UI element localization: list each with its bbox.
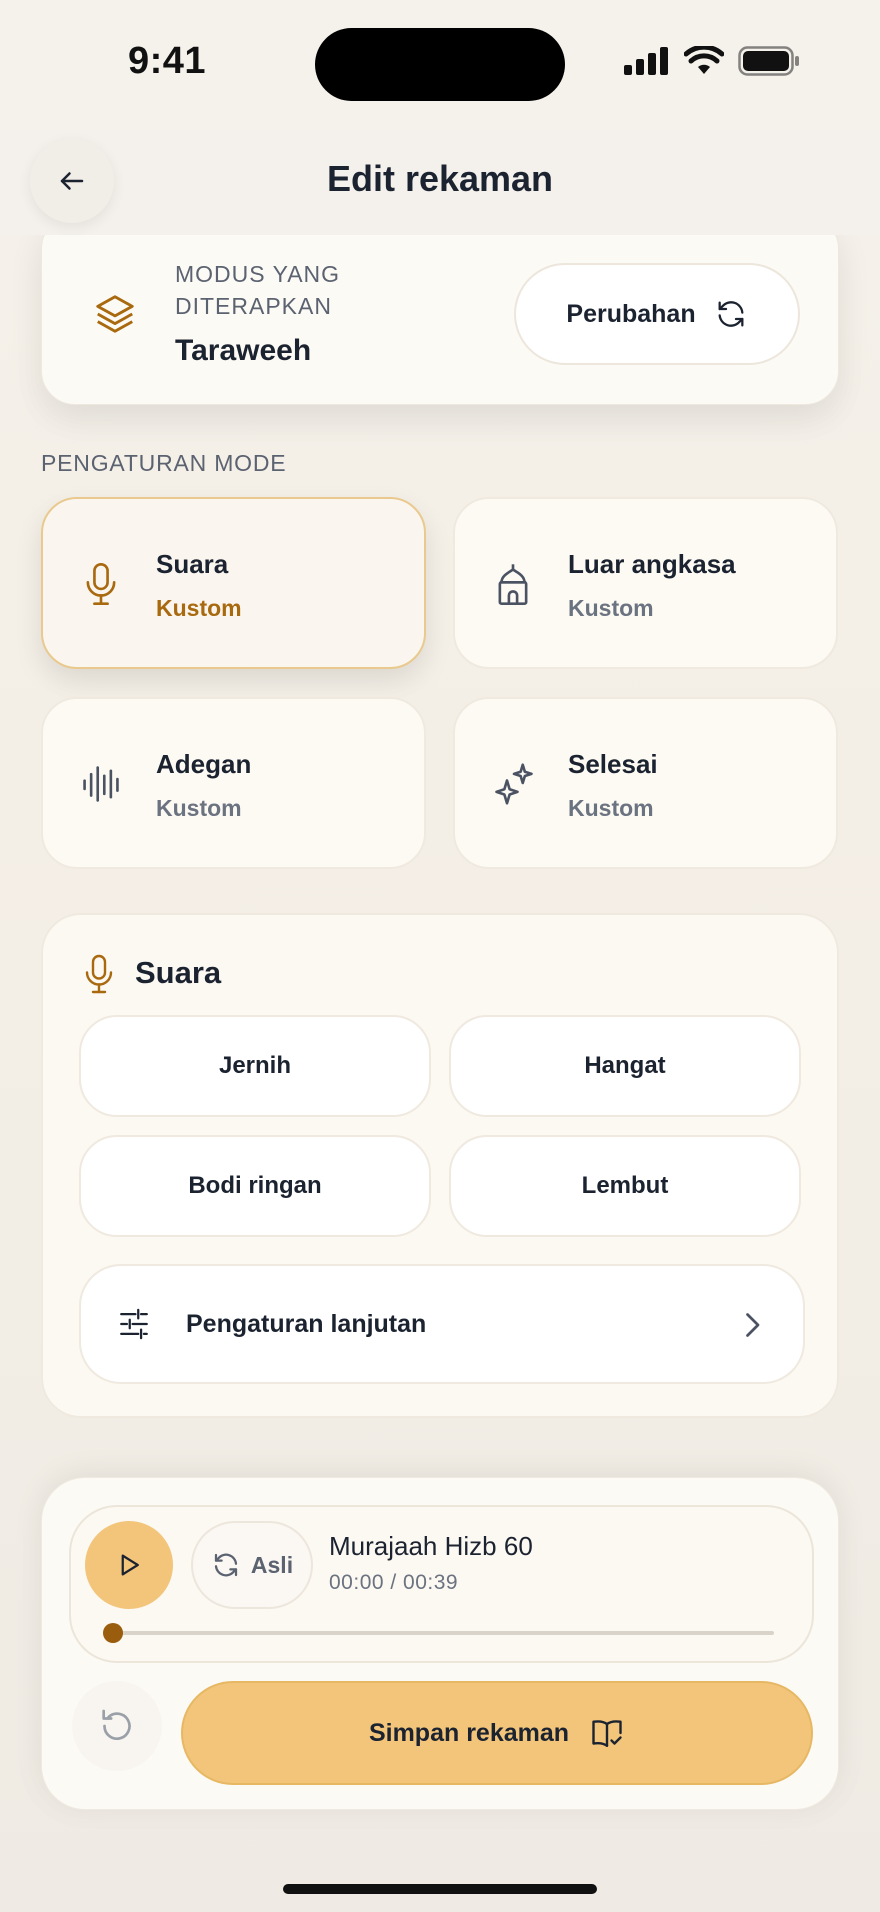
voice-option-hangat[interactable]: Hangat <box>449 1015 801 1117</box>
applied-mode-value: Taraweeh <box>175 334 312 367</box>
battery-icon <box>738 46 799 76</box>
microphone-icon <box>85 954 113 994</box>
tile-name: Selesai <box>568 749 658 779</box>
sliders-icon <box>120 1308 148 1340</box>
player-section: Asli Murajaah Hizb 60 00:00 / 00:39 Simp… <box>41 1477 839 1810</box>
refresh-icon <box>718 301 744 327</box>
sparkle-icon <box>495 763 533 805</box>
tile-status: Kustom <box>156 595 242 621</box>
chevron-right-icon <box>746 1313 760 1337</box>
microphone-icon <box>86 562 116 606</box>
original-toggle-button[interactable]: Asli <box>191 1521 313 1609</box>
original-label: Asli <box>250 1551 294 1578</box>
change-mode-button[interactable]: Perubahan <box>514 263 800 365</box>
progress-track[interactable] <box>109 1631 774 1635</box>
dynamic-island <box>315 28 565 101</box>
voice-option-bodi-ringan[interactable]: Bodi ringan <box>79 1135 431 1237</box>
wifi-icon <box>684 46 724 74</box>
tile-suara[interactable]: Suara Kustom <box>41 497 426 669</box>
tile-status: Kustom <box>156 795 242 821</box>
change-mode-label: Perubahan <box>566 299 696 328</box>
tile-status: Kustom <box>568 595 654 621</box>
applied-mode-label: MODUS YANG DITERAPKAN <box>175 261 341 319</box>
tile-luar-angkasa[interactable]: Luar angkasa Kustom <box>453 497 838 669</box>
voice-option-jernih[interactable]: Jernih <box>79 1015 431 1117</box>
tile-adegan[interactable]: Adegan Kustom <box>41 697 426 869</box>
screen: 9:41 MODUS YANG DITERAPKAN Taraweeh Peru… <box>0 0 880 1912</box>
home-indicator <box>283 1884 597 1894</box>
tile-selesai[interactable]: Selesai Kustom <box>453 697 838 869</box>
mosque-icon <box>498 564 528 606</box>
tile-name: Luar angkasa <box>568 549 736 579</box>
track-time: 00:00 / 00:39 <box>329 1571 459 1594</box>
reset-button[interactable] <box>72 1681 162 1771</box>
status-time: 9:41 <box>128 40 207 82</box>
status-icons <box>624 46 800 76</box>
audio-player: Asli Murajaah Hizb 60 00:00 / 00:39 <box>69 1505 814 1663</box>
undo-icon <box>102 1709 131 1740</box>
tile-status: Kustom <box>568 795 654 821</box>
tile-name: Suara <box>156 549 229 579</box>
progress-handle[interactable] <box>103 1623 123 1643</box>
tile-name: Adegan <box>156 749 252 779</box>
voice-option-lembut[interactable]: Lembut <box>449 1135 801 1237</box>
mode-settings-heading: PENGATURAN MODE <box>41 450 287 476</box>
voice-settings-panel: Suara Jernih Hangat Bodi ringan Lembut P… <box>41 913 839 1418</box>
page-title: Edit rekaman <box>326 158 554 199</box>
book-check-icon <box>592 1720 622 1747</box>
refresh-icon <box>214 1553 238 1577</box>
voice-panel-title: Suara <box>135 955 222 990</box>
play-icon <box>121 1554 139 1576</box>
play-button[interactable] <box>85 1521 173 1609</box>
header: Edit rekaman <box>0 130 880 235</box>
cellular-signal-icon <box>624 47 668 75</box>
save-recording-label: Simpan rekaman <box>368 1718 570 1747</box>
track-title: Murajaah Hizb 60 <box>329 1531 533 1561</box>
layers-icon <box>96 295 134 333</box>
applied-mode-card: MODUS YANG DITERAPKAN Taraweeh Perubahan <box>41 215 839 405</box>
advanced-settings-button[interactable]: Pengaturan lanjutan <box>79 1264 805 1384</box>
advanced-settings-label: Pengaturan lanjutan <box>186 1310 427 1338</box>
waveform-icon <box>83 766 119 802</box>
save-recording-button[interactable]: Simpan rekaman <box>181 1681 813 1785</box>
status-bar: 9:41 <box>0 0 880 130</box>
